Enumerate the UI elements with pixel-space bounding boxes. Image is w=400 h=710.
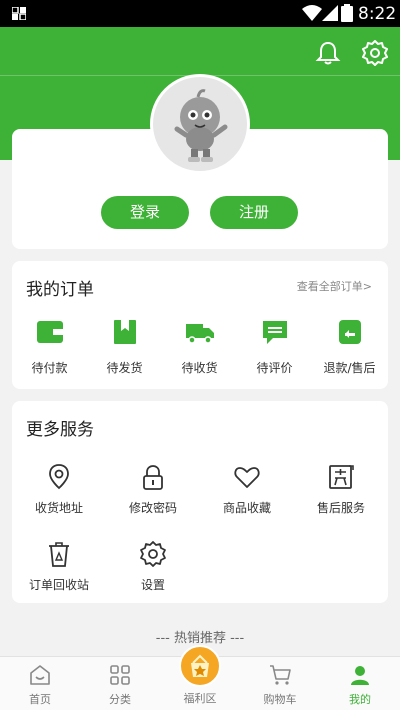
order-refund-after-sales[interactable]: 退款/售后 xyxy=(312,319,387,376)
login-button[interactable]: 登录 xyxy=(101,196,189,229)
service-after-sales[interactable]: 售后服务 xyxy=(294,463,388,516)
category-icon xyxy=(110,665,130,685)
hot-sales-heading: --- 热销推荐 --- xyxy=(155,631,245,646)
mascot-avatar-icon xyxy=(174,89,228,162)
service-settings[interactable]: 设置 xyxy=(106,540,200,593)
location-icon xyxy=(49,464,69,490)
status-time: 8:22 xyxy=(358,4,397,24)
comment-icon xyxy=(262,321,287,344)
my-orders-card: 我的订单 查看全部订单> 待付款 待发货 待收货 待评价 退款/售后 xyxy=(12,261,388,389)
order-label: 待付款 xyxy=(31,361,68,375)
service-label: 订单回收站 xyxy=(28,578,89,592)
service-label: 售后服务 xyxy=(316,501,365,515)
service-label: 修改密码 xyxy=(128,501,177,515)
welfare-badge[interactable] xyxy=(179,645,221,687)
service-change-password[interactable]: 修改密码 xyxy=(106,463,200,516)
settings-gear-icon[interactable] xyxy=(361,39,389,67)
settings-icon xyxy=(140,541,166,567)
service-order-recycle-bin[interactable]: 订单回收站 xyxy=(12,540,106,593)
wifi-icon xyxy=(302,5,322,21)
status-bar: 8:22 xyxy=(0,0,400,27)
tab-label: 我的 xyxy=(349,693,371,706)
truck-icon xyxy=(185,324,214,344)
order-label: 待收货 xyxy=(181,361,218,375)
tab-mine[interactable]: 我的 xyxy=(320,657,400,710)
tab-category[interactable]: 分类 xyxy=(80,657,160,710)
tab-cart[interactable]: 购物车 xyxy=(240,657,320,710)
signal-icon xyxy=(322,5,338,21)
more-services-title: 更多服务 xyxy=(26,420,94,440)
after-sales-icon xyxy=(329,465,354,489)
tab-label: 首页 xyxy=(29,693,51,706)
order-label: 待评价 xyxy=(256,361,293,375)
tab-label: 福利区 xyxy=(183,692,217,705)
bottom-tab-bar: 首页 分类 福利区 购物车 我的 xyxy=(0,645,400,710)
app-notification-icon xyxy=(12,7,26,20)
welfare-icon xyxy=(191,654,209,677)
more-services-card: 更多服务 收货地址 修改密码 商品收藏 售后服务 订单回收站 设置 xyxy=(12,401,388,603)
home-icon xyxy=(30,665,50,685)
service-shipping-address[interactable]: 收货地址 xyxy=(12,463,106,516)
profile-icon xyxy=(351,666,369,685)
order-label: 待发货 xyxy=(106,361,143,375)
avatar[interactable] xyxy=(150,74,250,174)
order-pending-receipt[interactable]: 待收货 xyxy=(162,319,237,376)
service-label: 设置 xyxy=(140,578,165,592)
notification-bell-icon[interactable] xyxy=(314,39,342,67)
view-all-orders-link[interactable]: 查看全部订单> xyxy=(297,278,372,294)
tab-label: 分类 xyxy=(109,693,131,706)
register-button[interactable]: 注册 xyxy=(210,196,298,229)
order-pending-payment[interactable]: 待付款 xyxy=(12,319,87,376)
package-icon xyxy=(113,320,136,344)
refund-icon xyxy=(338,320,361,344)
heart-icon xyxy=(234,467,260,488)
cart-icon xyxy=(270,665,291,685)
service-label: 商品收藏 xyxy=(222,501,271,515)
order-pending-shipment[interactable]: 待发货 xyxy=(87,319,162,376)
tab-home[interactable]: 首页 xyxy=(0,657,80,710)
service-label: 收货地址 xyxy=(34,501,83,515)
tab-label: 购物车 xyxy=(263,693,297,706)
order-pending-review[interactable]: 待评价 xyxy=(237,319,312,376)
battery-icon xyxy=(341,4,353,22)
my-orders-title: 我的订单 xyxy=(26,280,94,300)
service-favorites[interactable]: 商品收藏 xyxy=(200,463,294,516)
wallet-icon xyxy=(36,321,63,343)
order-label: 退款/售后 xyxy=(323,361,376,375)
lock-icon xyxy=(143,465,163,490)
recycle-bin-icon xyxy=(49,542,69,567)
